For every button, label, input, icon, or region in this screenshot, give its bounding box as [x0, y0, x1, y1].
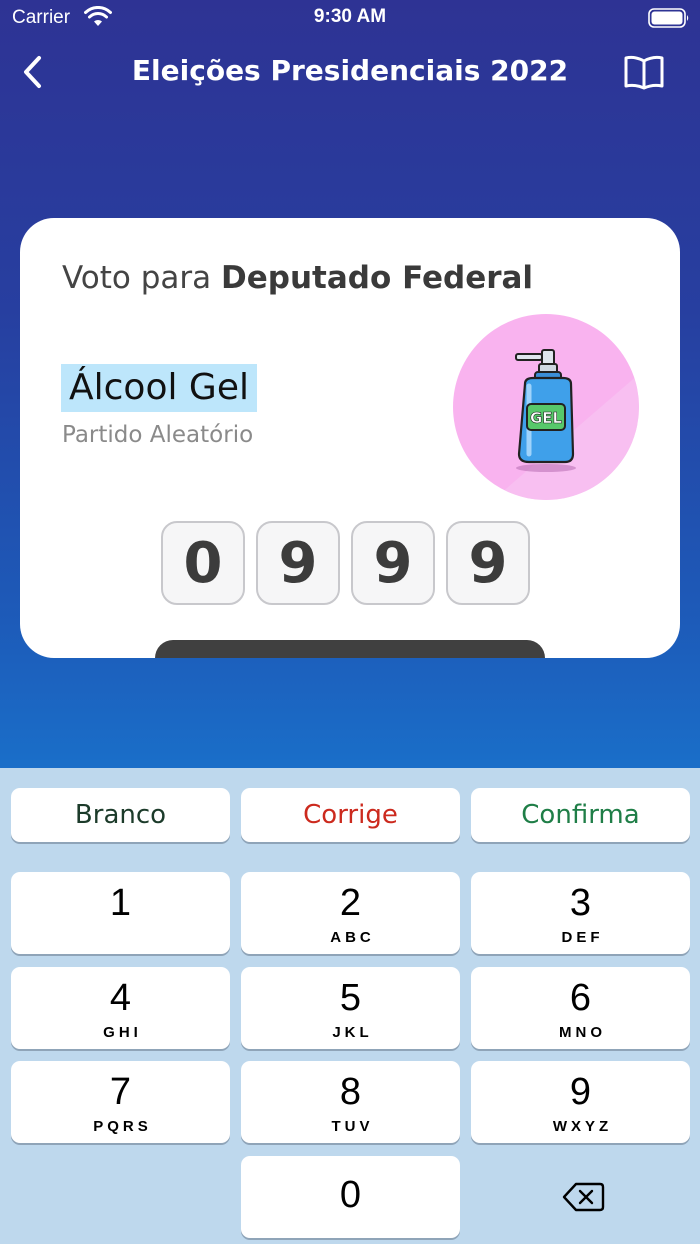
- key-3[interactable]: 3 DEF: [471, 872, 690, 954]
- backspace-icon: [562, 1182, 605, 1212]
- digit-box: 9: [256, 521, 340, 605]
- key-8[interactable]: 8 TUV: [241, 1061, 460, 1143]
- vote-office: Deputado Federal: [221, 260, 534, 296]
- key-letters: DEF: [561, 929, 604, 946]
- key-7[interactable]: 7 PQRS: [11, 1061, 230, 1143]
- confirm-button[interactable]: Confirma: [471, 788, 690, 842]
- digit-box: 9: [351, 521, 435, 605]
- digit-box: 0: [161, 521, 245, 605]
- key-digit: 8: [339, 1071, 362, 1113]
- vote-heading-prefix: Voto para: [62, 260, 212, 296]
- key-digit: 0: [339, 1174, 362, 1216]
- key-digit: 6: [569, 977, 592, 1019]
- nav-bar: Eleições Presidenciais 2022: [0, 38, 700, 104]
- key-letters: PQRS: [93, 1118, 152, 1135]
- key-digit: 7: [109, 1071, 132, 1113]
- key-6[interactable]: 6 MNO: [471, 967, 690, 1049]
- key-letters: JKL: [332, 1024, 373, 1041]
- key-letters: MNO: [559, 1024, 606, 1041]
- key-digit: 4: [109, 977, 132, 1019]
- photo-label: GEL: [530, 409, 563, 427]
- key-4[interactable]: 4 GHI: [11, 967, 230, 1049]
- key-digit: 9: [569, 1071, 592, 1113]
- digit-box: 9: [446, 521, 530, 605]
- candidate-party: Partido Aleatório: [62, 422, 254, 448]
- key-letters: WXYZ: [552, 1118, 613, 1135]
- page-title: Eleições Presidenciais 2022: [131, 54, 569, 87]
- blank-vote-button[interactable]: Branco: [11, 788, 230, 842]
- key-letters: GHI: [103, 1024, 142, 1041]
- backspace-button[interactable]: [470, 1156, 689, 1238]
- key-0[interactable]: 0: [241, 1156, 460, 1238]
- key-digit: 2: [339, 882, 362, 924]
- key-5[interactable]: 5 JKL: [241, 967, 460, 1049]
- key-1[interactable]: 1: [11, 872, 230, 954]
- vote-card: Voto para Deputado Federal Álcool Gel Pa…: [20, 218, 680, 658]
- vote-heading: Voto para Deputado Federal: [62, 260, 533, 296]
- clock: 9:30 AM: [313, 6, 387, 27]
- key-digit: 1: [109, 882, 132, 924]
- status-bar: Carrier 9:30 AM: [0, 0, 700, 36]
- key-2[interactable]: 2 ABC: [241, 872, 460, 954]
- correct-button[interactable]: Corrige: [241, 788, 460, 842]
- key-digit: 5: [339, 977, 362, 1019]
- candidate-photo: GEL: [453, 314, 639, 500]
- key-letters: TUV: [331, 1118, 374, 1135]
- key-9[interactable]: 9 WXYZ: [471, 1061, 690, 1143]
- battery-icon: [648, 8, 689, 28]
- candidate-number: 0 9 9 9: [161, 521, 530, 605]
- key-digit: 3: [569, 882, 592, 924]
- keypad: Branco Corrige Confirma 1 2 ABC 3 DEF 4 …: [0, 768, 700, 1244]
- book-icon[interactable]: [622, 54, 666, 90]
- key-letters: ABC: [330, 929, 375, 946]
- candidate-name: Álcool Gel: [61, 364, 257, 412]
- card-tab: [155, 640, 545, 658]
- hand-sanitizer-bottle-icon: GEL: [493, 349, 639, 500]
